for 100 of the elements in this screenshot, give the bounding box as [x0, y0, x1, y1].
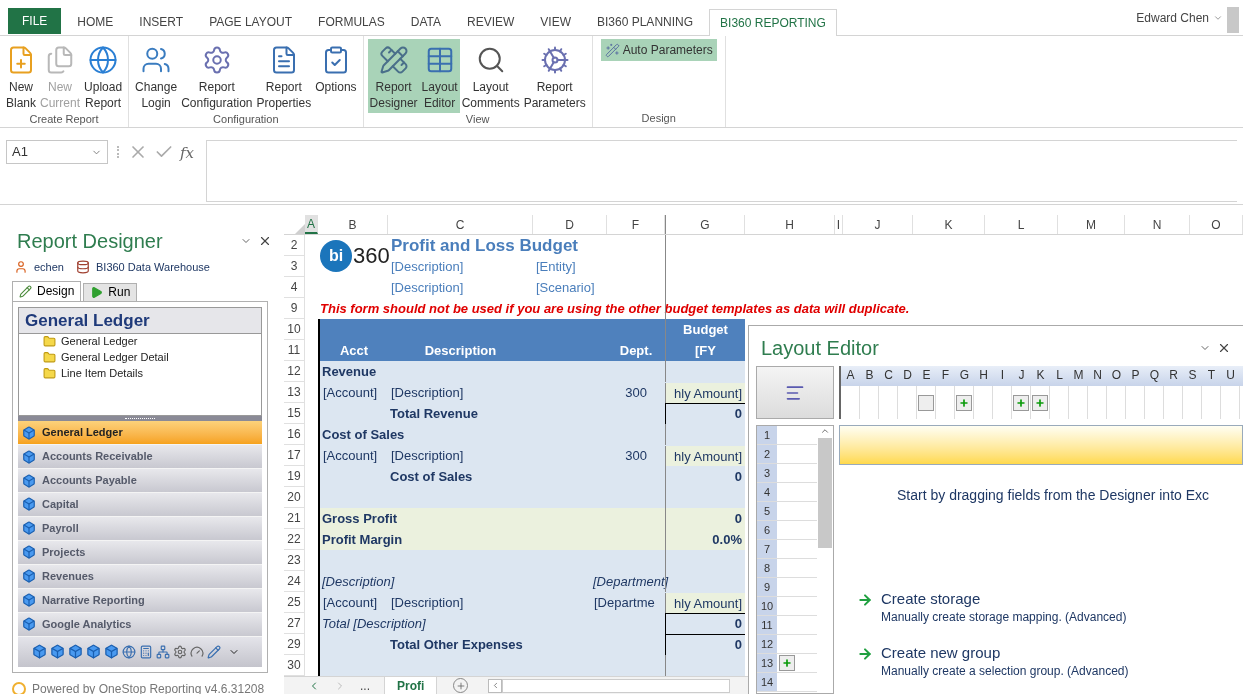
scroll-up-icon[interactable] [820, 426, 830, 436]
panel-tab[interactable]: Run [83, 282, 138, 302]
row-header[interactable]: 4 [284, 277, 305, 298]
row-header[interactable]: 15 [284, 403, 305, 424]
column-header[interactable]: B [318, 215, 388, 234]
column-header[interactable]: J [843, 215, 913, 234]
module-item[interactable]: Google Analytics [18, 612, 262, 637]
row-header[interactable]: 23 [284, 550, 305, 571]
module-item[interactable]: Narrative Reporting [18, 588, 262, 613]
ribbon-button[interactable]: Upload Report [82, 39, 125, 113]
column-header[interactable]: O [1190, 215, 1243, 234]
action-link[interactable]: Create new group [881, 644, 1129, 662]
gauge-icon[interactable] [190, 644, 204, 659]
row-header[interactable]: 10 [284, 319, 305, 340]
row-header[interactable]: 9 [284, 298, 305, 319]
column-header[interactable]: H [745, 215, 835, 234]
row-header[interactable]: 12 [284, 361, 305, 382]
ribbon-button[interactable]: Options [313, 39, 359, 113]
globe-icon[interactable] [122, 644, 136, 659]
row-header[interactable]: 22 [284, 529, 305, 550]
row-header[interactable]: 13 [284, 382, 305, 403]
ribbon-tab[interactable]: HOME [67, 9, 124, 35]
action-link[interactable]: Create storage [881, 590, 1127, 608]
row-header[interactable]: 29 [284, 634, 305, 655]
ribbon-button[interactable]: Layout Editor [419, 39, 460, 113]
account-menu[interactable]: Edward Chen [1136, 9, 1223, 27]
ribbon-button[interactable]: Layout Comments [459, 39, 522, 113]
ribbon-button[interactable]: New Blank [4, 39, 39, 113]
ribbon-tab[interactable]: FORMULAS [308, 9, 395, 35]
ribbon-button[interactable]: Report Properties [254, 39, 314, 113]
module-item[interactable]: General Ledger [18, 421, 262, 446]
calculator-icon[interactable] [139, 644, 153, 659]
row-header[interactable]: 21 [284, 508, 305, 529]
column-header[interactable]: C [388, 215, 533, 234]
column-header[interactable]: I [835, 215, 843, 234]
scroll-left-button[interactable] [488, 678, 503, 693]
cube-icon[interactable] [86, 644, 101, 660]
row-header[interactable]: 2 [284, 235, 305, 256]
row-header[interactable]: 25 [284, 592, 305, 613]
add-button[interactable] [779, 655, 795, 671]
column-header[interactable]: G [665, 215, 745, 234]
cube-icon[interactable] [68, 644, 83, 660]
auto-parameters-button[interactable]: Auto Parameters [600, 39, 717, 61]
row-header[interactable]: 24 [284, 571, 305, 592]
close-icon[interactable] [1217, 341, 1231, 355]
pencil-icon[interactable] [207, 644, 221, 659]
row-header[interactable]: 19 [284, 466, 305, 487]
module-item[interactable]: Revenues [18, 564, 262, 589]
layout-view-button[interactable] [756, 366, 834, 419]
add-button[interactable] [1032, 394, 1048, 411]
cube-icon[interactable] [104, 644, 119, 660]
ribbon-button[interactable]: Change Login [133, 39, 180, 113]
tree-item[interactable]: General Ledger Detail [19, 349, 261, 366]
row-header[interactable]: 16 [284, 424, 305, 445]
splitter[interactable] [18, 416, 262, 422]
ribbon-button[interactable]: Report Configuration [179, 39, 255, 113]
ribbon-tab[interactable]: VIEW [530, 9, 581, 35]
row-header[interactable]: 3 [284, 256, 305, 277]
horizontal-scrollbar[interactable] [502, 678, 731, 693]
tree-item[interactable]: Line Item Details [19, 365, 261, 382]
row-header[interactable]: 11 [284, 340, 305, 361]
module-item[interactable]: Accounts Payable [18, 469, 262, 493]
ribbon-button[interactable]: Report Parameters [521, 39, 588, 113]
row-header[interactable]: 20 [284, 487, 305, 508]
panel-tab[interactable]: Design [12, 280, 82, 302]
row-header[interactable]: 27 [284, 613, 305, 634]
column-header[interactable]: M [1058, 215, 1125, 234]
ribbon-tab[interactable]: DATA [400, 9, 451, 35]
cube-icon[interactable] [50, 644, 65, 660]
tree-item[interactable]: General Ledger [19, 333, 261, 350]
ribbon-tab[interactable]: BI360 REPORTING [709, 9, 837, 36]
module-item[interactable]: Projects [18, 540, 262, 565]
sheet-tab[interactable]: Profi [384, 677, 438, 694]
row-header[interactable]: 17 [284, 445, 305, 466]
ribbon-tab[interactable]: PAGE LAYOUT [199, 9, 303, 35]
insert-function-button[interactable]: fx [180, 142, 194, 165]
add-button[interactable] [1013, 394, 1029, 411]
module-item[interactable]: Accounts Receivable [18, 445, 262, 470]
column-header[interactable]: D [533, 215, 607, 234]
close-icon[interactable] [258, 234, 272, 248]
column-header[interactable]: N [1125, 215, 1190, 234]
ribbon-tab[interactable]: BI360 PLANNING [587, 9, 704, 35]
column-header[interactable]: F [607, 215, 665, 234]
name-box[interactable]: A1 [6, 140, 108, 164]
cube-icon[interactable] [32, 644, 47, 660]
ribbon-tab[interactable]: INSERT [129, 9, 194, 35]
ribbon-button[interactable]: Report Designer [367, 39, 420, 113]
module-item[interactable]: Payroll [18, 516, 262, 541]
more-sheets[interactable]: ... [360, 676, 370, 694]
add-button[interactable] [956, 394, 972, 411]
column-header[interactable]: A [305, 215, 318, 234]
column-header[interactable]: K [913, 215, 985, 234]
module-item[interactable]: Capital [18, 493, 262, 517]
hierarchy-icon[interactable] [156, 644, 170, 659]
formula-field[interactable] [206, 140, 1237, 202]
settings-icon[interactable] [173, 644, 187, 659]
column-header[interactable]: L [985, 215, 1058, 234]
ribbon-tab[interactable]: REVIEW [457, 9, 525, 35]
empty-slot[interactable] [918, 394, 934, 411]
ribbon-tab[interactable]: FILE [8, 8, 62, 34]
